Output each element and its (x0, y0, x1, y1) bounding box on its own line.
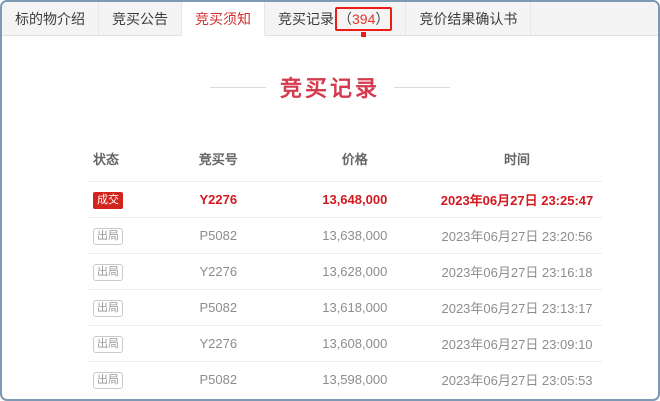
tab-1[interactable]: 竞买公告 (99, 2, 182, 35)
time-cell: 2023年06月27日 23:09:10 (432, 326, 602, 362)
record-count: 394 (352, 11, 375, 27)
bidder-cell: Y2276 (159, 182, 277, 218)
status-badge: 出局 (93, 300, 123, 317)
table-row: 出局 P508213,638,0002023年06月27日 23:20:56 (87, 218, 602, 254)
tab-2[interactable]: 竞买须知 (182, 2, 265, 36)
status-badge: 出局 (93, 372, 123, 389)
tab-label: 竞买公告 (112, 9, 168, 29)
table-row: 出局 P508213,598,0002023年06月27日 23:05:53 (87, 362, 602, 398)
table-row: 出局 Y227613,628,0002023年06月27日 23:16:18 (87, 254, 602, 290)
column-header: 价格 (278, 139, 433, 182)
time-cell: 2023年06月27日 23:13:17 (432, 290, 602, 326)
table-row: 出局 P508213,618,0002023年06月27日 23:13:17 (87, 290, 602, 326)
status-badge: 出局 (93, 336, 123, 353)
time-cell: 2023年06月27日 23:20:56 (432, 218, 602, 254)
bid-records-table: 状态竞买号价格时间 成交Y227613,648,0002023年06月27日 2… (87, 139, 602, 398)
time-cell: 2023年06月27日 23:16:18 (432, 254, 602, 290)
bidder-cell: P5082 (159, 290, 277, 326)
status-badge: 成交 (93, 192, 123, 209)
price-cell: 13,638,000 (278, 218, 433, 254)
page-title: 竞买记录 (280, 71, 380, 103)
time-cell: 2023年06月27日 23:05:53 (432, 362, 602, 398)
bidder-cell: Y2276 (159, 326, 277, 362)
count-paren-close: ） (375, 9, 389, 29)
price-cell: 13,648,000 (278, 182, 433, 218)
annotation-pointer-dot (361, 32, 366, 37)
tab-label: 竞买记录 (278, 9, 334, 29)
price-cell: 13,628,000 (278, 254, 433, 290)
table-row: 成交 Y227613,648,0002023年06月27日 23:25:47 (87, 182, 602, 218)
time-cell: 2023年06月27日 23:25:47 (432, 182, 602, 218)
title-decor-line-right (394, 87, 450, 88)
tab-0[interactable]: 标的物介绍 (2, 2, 99, 35)
annotation-highlight-box: （394） (335, 7, 392, 31)
tab-label: 标的物介绍 (15, 9, 85, 29)
tab-4[interactable]: 竞价结果确认书 (406, 2, 531, 35)
bidder-cell: P5082 (159, 218, 277, 254)
table-body: 成交Y227613,648,0002023年06月27日 23:25:47出局P… (87, 182, 602, 398)
column-header: 时间 (432, 139, 602, 182)
bidder-cell: Y2276 (159, 254, 277, 290)
price-cell: 13,608,000 (278, 326, 433, 362)
price-cell: 13,618,000 (278, 290, 433, 326)
tab-label: 竞价结果确认书 (419, 9, 517, 29)
status-badge: 出局 (93, 228, 123, 245)
bid-records-panel: 标的物介绍竞买公告竞买须知竞买记录（394）竞价结果确认书 竞买记录 状态竞买号… (0, 0, 660, 401)
title-decor-line-left (210, 87, 266, 88)
tab-bar-filler (531, 2, 658, 35)
column-header: 竞买号 (159, 139, 277, 182)
table-row: 出局 Y227613,608,0002023年06月27日 23:09:10 (87, 326, 602, 362)
tab-label: 竞买须知 (195, 9, 251, 29)
price-cell: 13,598,000 (278, 362, 433, 398)
column-header: 状态 (87, 139, 159, 182)
status-badge: 出局 (93, 264, 123, 281)
tab-bar: 标的物介绍竞买公告竞买须知竞买记录（394）竞价结果确认书 (2, 2, 658, 36)
bidder-cell: P5082 (159, 362, 277, 398)
count-paren-open: （ (338, 9, 352, 29)
table-header-row: 状态竞买号价格时间 (87, 139, 602, 182)
tab-3[interactable]: 竞买记录（394） (265, 2, 406, 35)
page-title-row: 竞买记录 (2, 71, 658, 103)
